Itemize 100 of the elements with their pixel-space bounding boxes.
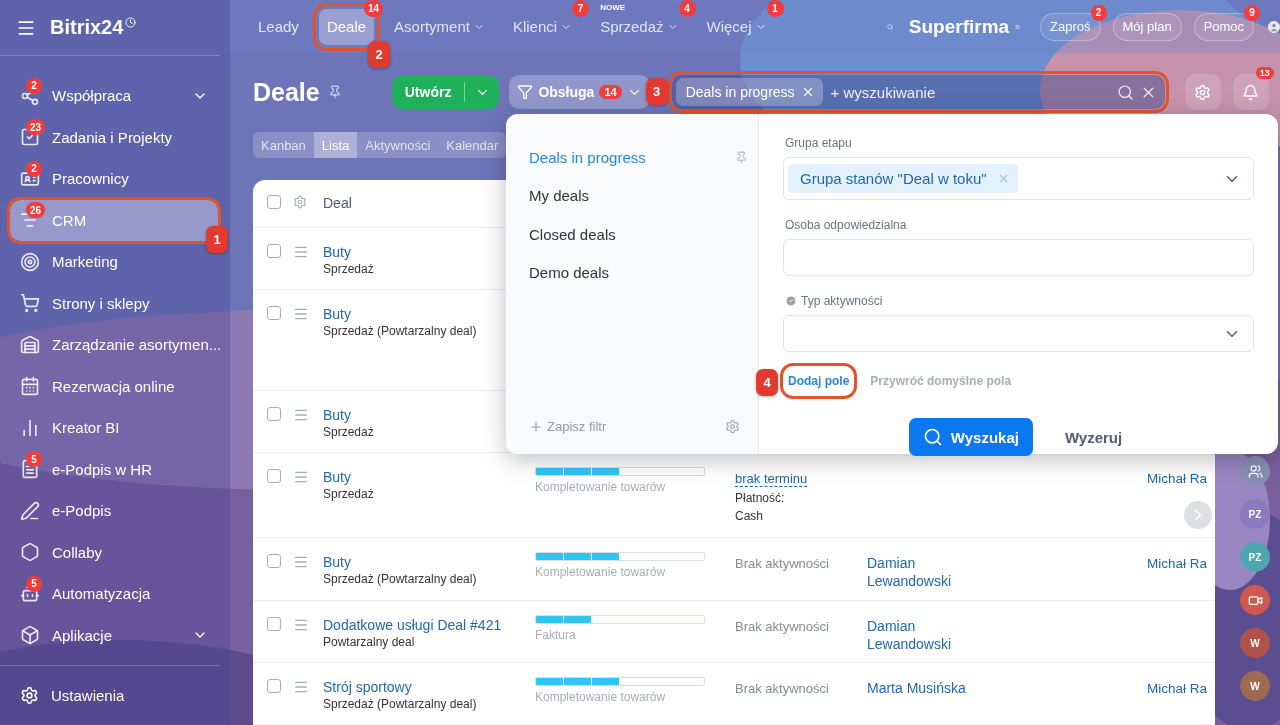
sidebar-item[interactable]: e-Podpis bbox=[10, 490, 218, 532]
checkbox[interactable] bbox=[267, 679, 281, 693]
sidebar-item[interactable]: 5 e-Podpis w HR bbox=[10, 448, 218, 490]
search-icon bbox=[922, 427, 943, 447]
search-button[interactable]: Wyszukaj bbox=[908, 418, 1033, 456]
callout-number: 4 bbox=[756, 369, 778, 396]
sidebar-item[interactable]: Rezerwacja online bbox=[10, 365, 218, 407]
sidebar-item[interactable]: Aplikacje bbox=[10, 614, 218, 656]
checkbox[interactable] bbox=[267, 195, 281, 209]
settings-icon[interactable] bbox=[725, 419, 740, 434]
nav-tab[interactable]: Leady bbox=[250, 8, 307, 45]
field-label: Grupa etapu bbox=[785, 136, 852, 150]
pin-icon[interactable] bbox=[735, 150, 748, 164]
contact-link[interactable]: Marta Musińska bbox=[867, 679, 977, 697]
sidebar-item[interactable]: Kreator BI bbox=[10, 407, 218, 449]
select-field[interactable] bbox=[783, 315, 1254, 352]
field-label: Typ aktywności bbox=[801, 294, 883, 308]
save-filter-link[interactable]: Zapisz filtr bbox=[529, 419, 607, 434]
drag-handle-icon[interactable] bbox=[293, 306, 309, 322]
add-field-link[interactable]: Dodaj pole bbox=[783, 366, 855, 396]
filter-preset[interactable]: Demo deals bbox=[529, 253, 758, 292]
sidebar-item[interactable]: 5 Automatyzacja bbox=[10, 573, 218, 615]
contact-link[interactable]: Damian Lewandowski bbox=[867, 617, 977, 653]
sidebar-label: Strony i sklepy bbox=[52, 294, 151, 312]
sidebar-label: Współpraca bbox=[52, 87, 133, 105]
filter-preset[interactable]: My deals bbox=[529, 176, 758, 215]
clock-icon bbox=[125, 17, 137, 28]
filter-chip[interactable]: Deals in progress bbox=[675, 78, 823, 106]
drag-handle-icon[interactable] bbox=[293, 679, 309, 695]
sidebar-item[interactable]: 2 Pracownicy bbox=[10, 158, 218, 200]
field-label: Osoba odpowiedzialna bbox=[785, 218, 907, 232]
pin-icon[interactable] bbox=[327, 85, 342, 99]
settings-icon bbox=[1194, 83, 1212, 101]
drag-handle-icon[interactable] bbox=[293, 469, 309, 485]
search-icon[interactable] bbox=[1116, 83, 1134, 101]
stage-bar[interactable] bbox=[535, 467, 705, 476]
settings-icon[interactable] bbox=[293, 195, 307, 209]
checkbox[interactable] bbox=[267, 617, 281, 631]
logo[interactable]: Bitrix24 bbox=[50, 16, 124, 39]
deal-type: Sprzedaż (Powtarzalny deal) bbox=[323, 697, 478, 711]
deal-link[interactable]: Strój sportowy bbox=[323, 679, 535, 695]
bell-button[interactable] bbox=[1232, 74, 1269, 110]
bar-chart-icon bbox=[20, 417, 40, 438]
sidebar-label: e-Podpis w HR bbox=[52, 460, 154, 478]
deal-link[interactable]: Buty bbox=[323, 554, 535, 570]
sidebar-item[interactable]: 2 Współpraca bbox=[10, 75, 218, 117]
drag-handle-icon[interactable] bbox=[293, 244, 309, 260]
deal-type: Sprzedaż (Powtarzalny deal) bbox=[323, 324, 478, 338]
new-tag: NOWE bbox=[600, 2, 625, 12]
select-field[interactable]: Grupa stanów "Deal w toku" bbox=[783, 157, 1254, 200]
value-chip[interactable]: Grupa stanów "Deal w toku" bbox=[788, 164, 1018, 193]
scroll-right-button[interactable] bbox=[1184, 501, 1212, 529]
deal-type: Sprzedaż bbox=[323, 425, 375, 439]
settings-label[interactable]: Ustawienia bbox=[51, 687, 125, 704]
target-icon bbox=[20, 251, 40, 272]
stage-bar[interactable] bbox=[535, 615, 705, 624]
checkbox[interactable] bbox=[267, 554, 281, 568]
checkbox[interactable] bbox=[267, 306, 281, 320]
calendar-icon bbox=[20, 376, 40, 397]
settings-icon bbox=[20, 686, 39, 705]
responsible-link[interactable]: Michał Ra bbox=[1147, 556, 1208, 571]
sidebar-label: Zadania i Projekty bbox=[52, 128, 174, 146]
filter-preset[interactable]: Deals in progress bbox=[529, 138, 758, 177]
cart-icon bbox=[20, 293, 40, 314]
plus-icon bbox=[529, 419, 543, 434]
header-button[interactable]: Mój plan bbox=[1112, 12, 1182, 41]
settings-button[interactable] bbox=[1184, 74, 1221, 110]
sidebar-item[interactable]: 23 Zadania i Projekty bbox=[10, 116, 218, 158]
sidebar-item[interactable]: Collaby bbox=[10, 531, 218, 573]
deal-type: Powtarzalny deal bbox=[323, 635, 416, 649]
responsible-link[interactable]: Michał Ra bbox=[1147, 471, 1208, 486]
company-name[interactable]: Superfirma bbox=[908, 15, 1010, 38]
pipeline-button[interactable]: Obsługa 14 bbox=[509, 75, 650, 109]
sidebar-label: Kreator BI bbox=[52, 419, 121, 437]
sidebar-item[interactable]: Strony i sklepy bbox=[10, 282, 218, 324]
drag-handle-icon[interactable] bbox=[293, 617, 309, 633]
create-label[interactable]: Utwórz bbox=[391, 82, 466, 102]
stage-bar[interactable] bbox=[535, 677, 705, 686]
sidebar-label: Collaby bbox=[52, 543, 104, 561]
deal-link[interactable]: Buty bbox=[323, 469, 535, 485]
input-field[interactable] bbox=[783, 239, 1254, 276]
sidebar-label: Rezerwacja online bbox=[52, 377, 176, 395]
stage-bar[interactable] bbox=[535, 552, 705, 561]
create-button[interactable]: Utwórz bbox=[391, 75, 500, 109]
warehouse-icon bbox=[20, 334, 40, 355]
contact-link[interactable]: Damian Lewandowski bbox=[867, 554, 977, 590]
checkbox[interactable] bbox=[267, 469, 281, 483]
page-title: Deale bbox=[253, 77, 320, 107]
checkbox[interactable] bbox=[267, 407, 281, 421]
activity-detail: Płatność: bbox=[735, 491, 786, 505]
sidebar-label: CRM bbox=[52, 211, 88, 229]
responsible-link[interactable]: Michał Ra bbox=[1147, 681, 1208, 696]
deadline-link[interactable]: brak terminu bbox=[735, 471, 808, 487]
deal-link[interactable]: Dodatkowe usługi Deal #421 bbox=[323, 617, 535, 633]
stage-label: Kompletowanie towarów bbox=[535, 480, 667, 494]
reset-button[interactable]: Wyzeruj bbox=[1058, 427, 1129, 447]
filter-preset[interactable]: Closed deals bbox=[529, 215, 758, 254]
checkbox[interactable] bbox=[267, 244, 281, 258]
drag-handle-icon[interactable] bbox=[293, 407, 309, 423]
drag-handle-icon[interactable] bbox=[293, 554, 309, 570]
